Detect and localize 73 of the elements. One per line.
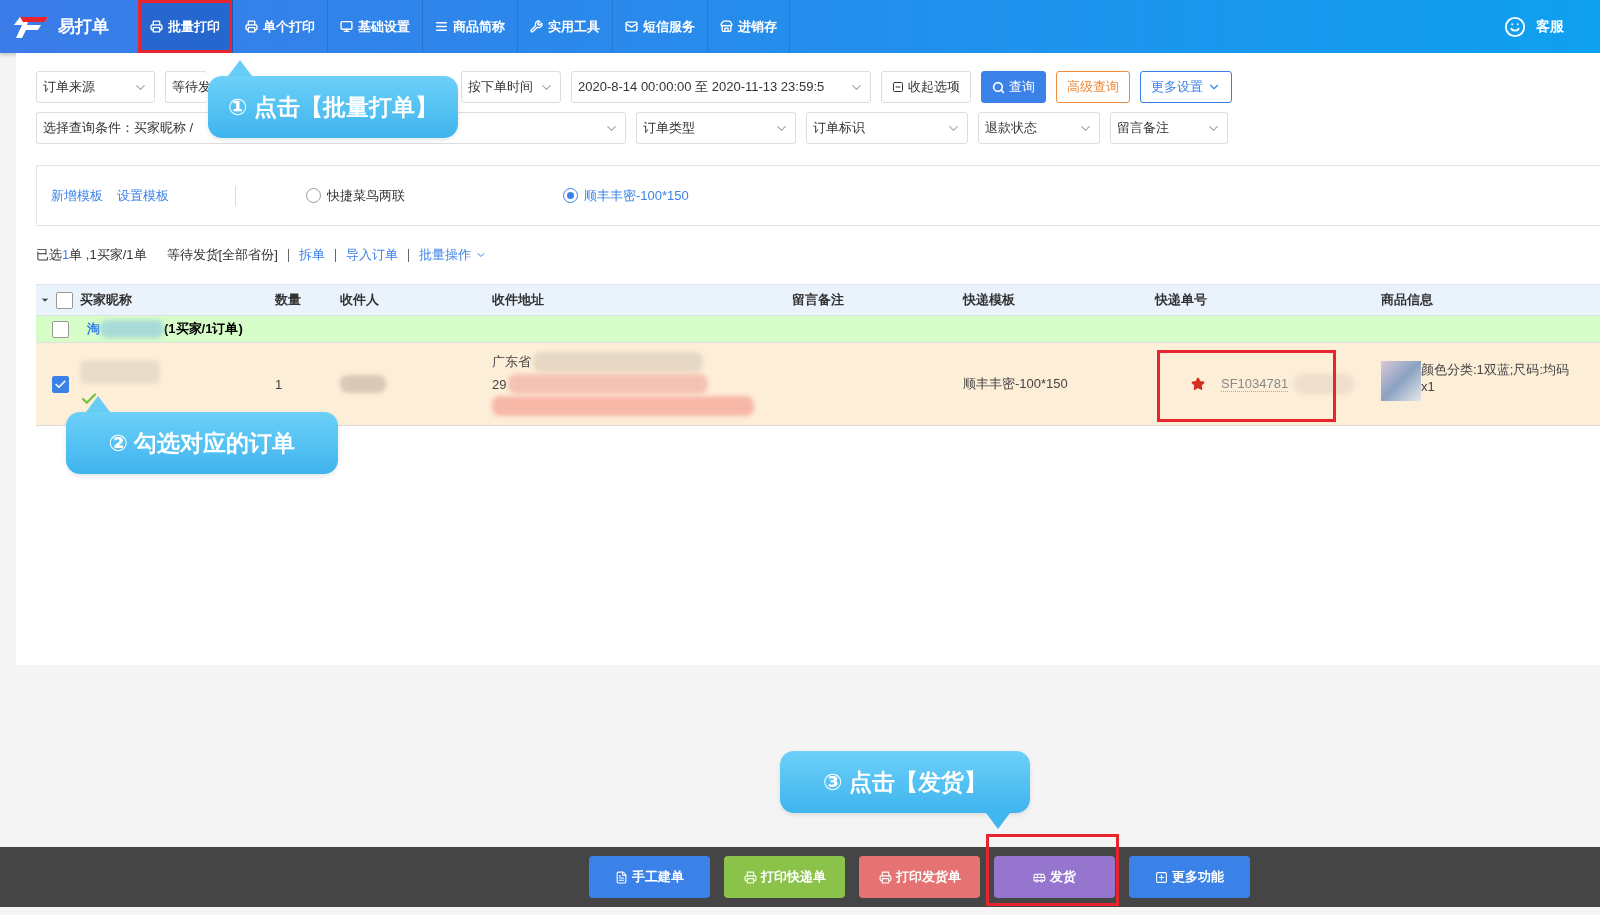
wrench-icon bbox=[530, 20, 543, 33]
select-field[interactable]: 按下单时间 bbox=[461, 71, 561, 103]
product-quantity: x1 bbox=[1421, 379, 1436, 394]
star-icon bbox=[1191, 377, 1205, 391]
select-field[interactable]: 退款状态 bbox=[978, 112, 1100, 144]
action-link[interactable]: 拆单 bbox=[298, 246, 325, 264]
template-radio[interactable]: 快捷菜鸟两联 bbox=[306, 186, 405, 205]
footer-button[interactable]: 打印发货单 bbox=[859, 856, 980, 898]
document-icon bbox=[615, 870, 628, 884]
template-link[interactable]: 设置模板 bbox=[117, 186, 169, 205]
action-link[interactable]: 导入订单 bbox=[345, 246, 398, 264]
printer-icon bbox=[878, 870, 892, 884]
select-all-checkbox[interactable] bbox=[56, 291, 73, 309]
logo-icon bbox=[14, 14, 50, 39]
checkbox[interactable] bbox=[52, 375, 69, 393]
blurred-text bbox=[100, 320, 164, 338]
printer-icon bbox=[743, 870, 757, 884]
nav-tab[interactable]: 批量打印 bbox=[138, 0, 233, 53]
group-summary: (1买家/1订单) bbox=[164, 320, 243, 338]
column-header: 留言备注 bbox=[792, 291, 845, 309]
printer-icon bbox=[245, 20, 258, 33]
column-header: 收件人 bbox=[340, 291, 380, 309]
footer-button[interactable]: 更多功能 bbox=[1129, 856, 1250, 898]
instruction-tooltip: ③ 点击【发货】 bbox=[780, 751, 1030, 829]
column-header: 数量 bbox=[275, 291, 302, 309]
checkmark-icon bbox=[54, 377, 67, 391]
shop-name[interactable]: 淘 bbox=[87, 320, 100, 338]
monitor-icon bbox=[340, 20, 353, 33]
template-cell-text: 顺丰丰密-100*150 bbox=[963, 375, 1069, 393]
quantity-cell-text: 1 bbox=[275, 376, 284, 392]
support-icon bbox=[1504, 15, 1526, 38]
footer-button[interactable]: 手工建单 bbox=[589, 856, 710, 898]
mail-icon bbox=[625, 20, 638, 33]
blurred-text bbox=[340, 375, 386, 393]
photo-placeholder bbox=[1381, 361, 1421, 401]
caret-icon[interactable] bbox=[40, 295, 50, 305]
template-link[interactable]: 新增模板 bbox=[51, 186, 103, 205]
selection-summary: 已选1单 ,1买家/1单 bbox=[36, 246, 147, 264]
select-field[interactable]: 留言备注 bbox=[1110, 112, 1228, 144]
checkbox[interactable] bbox=[52, 320, 69, 338]
filter-button[interactable]: 查询 bbox=[981, 71, 1046, 103]
store-icon bbox=[720, 20, 733, 33]
filter-button[interactable]: 更多设置 bbox=[1140, 71, 1232, 103]
collapse-icon bbox=[892, 81, 904, 93]
template-radio[interactable]: 顺丰丰密-100*150 bbox=[563, 186, 689, 205]
tracking-number[interactable]: SF1034781 bbox=[1221, 376, 1289, 392]
column-header: 快递单号 bbox=[1155, 291, 1208, 309]
product-info: 颜色分类:1双蓝;尺码:均码 bbox=[1421, 361, 1570, 379]
list-icon bbox=[435, 20, 448, 33]
blurred-text bbox=[1294, 374, 1355, 394]
search-icon bbox=[992, 80, 1005, 94]
filter-button[interactable]: 收起选项 bbox=[881, 71, 971, 103]
status-label: 等待发货[全部省份] bbox=[166, 246, 278, 264]
column-header: 商品信息 bbox=[1381, 291, 1434, 309]
instruction-tooltip: ② 勾选对应的订单 bbox=[66, 396, 338, 474]
app-name: 易打单 bbox=[58, 16, 109, 38]
column-header: 收件地址 bbox=[492, 291, 545, 309]
plus-icon bbox=[1155, 870, 1168, 884]
filter-button[interactable]: 高级查询 bbox=[1056, 71, 1130, 103]
footer-button[interactable]: 打印快递单 bbox=[724, 856, 845, 898]
support-link[interactable]: 客服 bbox=[1536, 17, 1564, 36]
select-field[interactable]: 订单类型 bbox=[636, 112, 796, 144]
select-field[interactable]: 订单来源 bbox=[36, 71, 155, 103]
select-field[interactable]: 订单标识 bbox=[806, 112, 968, 144]
column-header: 快递模板 bbox=[963, 291, 1016, 309]
date-range-field[interactable]: 2020-8-14 00:00:00 至 2020-11-13 23:59:5 bbox=[571, 71, 871, 103]
address-text: 29 bbox=[492, 376, 507, 392]
footer-button[interactable]: 发货 bbox=[994, 856, 1115, 898]
column-header: 买家昵称 bbox=[80, 291, 133, 309]
printer-icon bbox=[150, 20, 163, 33]
action-link[interactable]: 批量操作 bbox=[418, 246, 471, 264]
instruction-tooltip: ① 点击【批量打单】 bbox=[208, 60, 458, 138]
address-text: 广东省 bbox=[492, 353, 531, 371]
